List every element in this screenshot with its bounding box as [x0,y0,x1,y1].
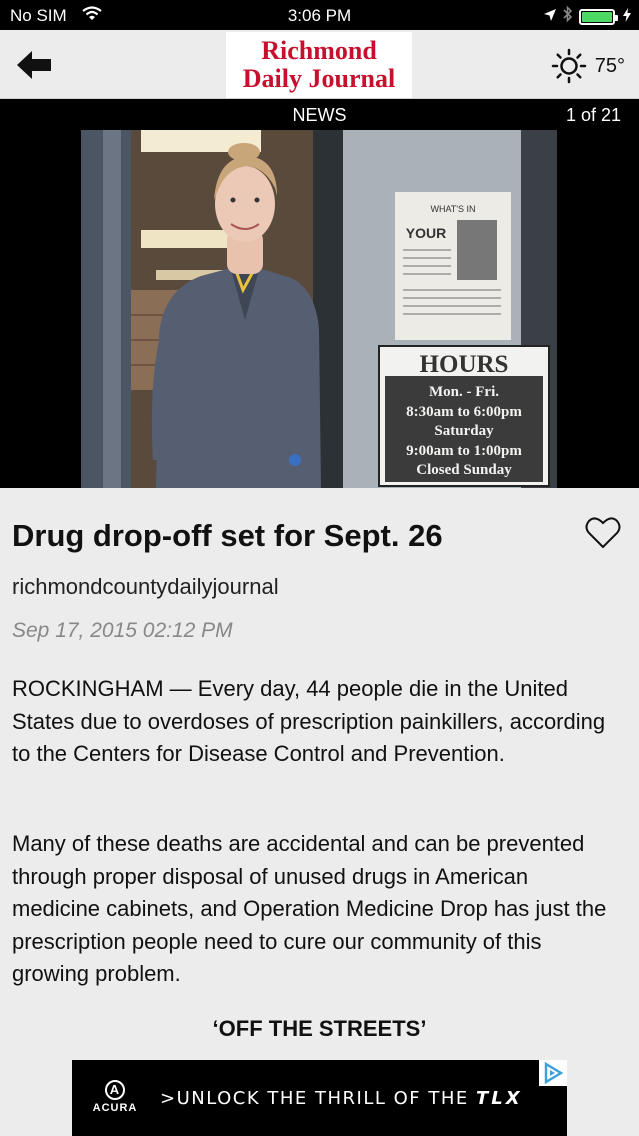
back-arrow-icon [17,51,51,79]
ad-model-name: TLX [476,1088,523,1109]
article-pager: 1 of 21 [565,105,621,125]
adchoices-icon [544,1061,564,1085]
article-paragraph: Many of these deaths are accidental and … [12,831,607,986]
sun-icon [551,48,586,84]
heart-icon [585,517,621,549]
sign-line-3: Saturday [434,423,494,439]
article-date: Sep 17, 2015 02:12 PM [12,619,233,642]
section-bar: NEWS 1 of 21 [0,99,639,130]
adchoices-button[interactable] [539,1060,567,1086]
sign-line-1: Mon. - Fri. [429,384,499,400]
status-bar: No SIM 3:06 PM [0,0,639,30]
pharmacy-door-illustration: WHAT'S IN YOUR HOURS Mon. - Fri. 8:30am … [81,130,557,488]
ad-tagline: >UNLOCK THE THRILL OF THE [160,1088,469,1109]
section-label: NEWS [292,105,347,125]
flyer-line-2: YOUR [406,225,446,241]
article-photo[interactable]: WHAT'S IN YOUR HOURS Mon. - Fri. 8:30am … [81,130,557,488]
ad-area: A ACURA >UNLOCK THE THRILL OF THE TLX [0,1060,639,1136]
back-button[interactable] [14,48,54,82]
sign-line-2: 8:30am to 6:00pm [406,404,522,420]
logo-line-2: Daily Journal [242,64,396,93]
ad-banner[interactable]: A ACURA >UNLOCK THE THRILL OF THE TLX [72,1060,567,1136]
article-paragraph: ROCKINGHAM — Every day, 44 people die in… [12,676,606,766]
top-navigation-bar: Richmond Daily Journal 75° [0,30,639,99]
ad-brand-name: ACURA [92,1102,138,1114]
sign-heading: HOURS [420,351,509,378]
sign-line-5: Closed Sunday [416,462,512,478]
location-arrow-icon [543,7,557,27]
masthead-logo: Richmond Daily Journal [226,32,412,98]
sign-line-4: 9:00am to 1:00pm [406,443,522,459]
battery-icon [579,8,618,25]
bluetooth-icon [563,5,573,28]
favorite-button[interactable] [585,516,621,550]
weather-widget[interactable]: 75° [551,48,625,84]
article-source: richmondcountydailyjournal [12,574,279,599]
ad-brand-logo: A ACURA [86,1080,144,1114]
temperature-label: 75° [594,54,625,77]
ad-copy: >UNLOCK THE THRILL OF THE TLX [160,1088,523,1109]
charging-bolt-icon [623,7,631,27]
article-body: Drug drop-off set for Sept. 26 richmondc… [0,488,639,1060]
article-subhead: ‘OFF THE STREETS’ [212,1016,427,1041]
article-headline: Drug drop-off set for Sept. 26 [12,518,443,553]
acura-logo-icon: A [105,1080,125,1100]
flyer-line-1: WHAT'S IN [430,204,475,214]
logo-line-1: Richmond [261,36,377,65]
photo-band: WHAT'S IN YOUR HOURS Mon. - Fri. 8:30am … [0,130,639,488]
